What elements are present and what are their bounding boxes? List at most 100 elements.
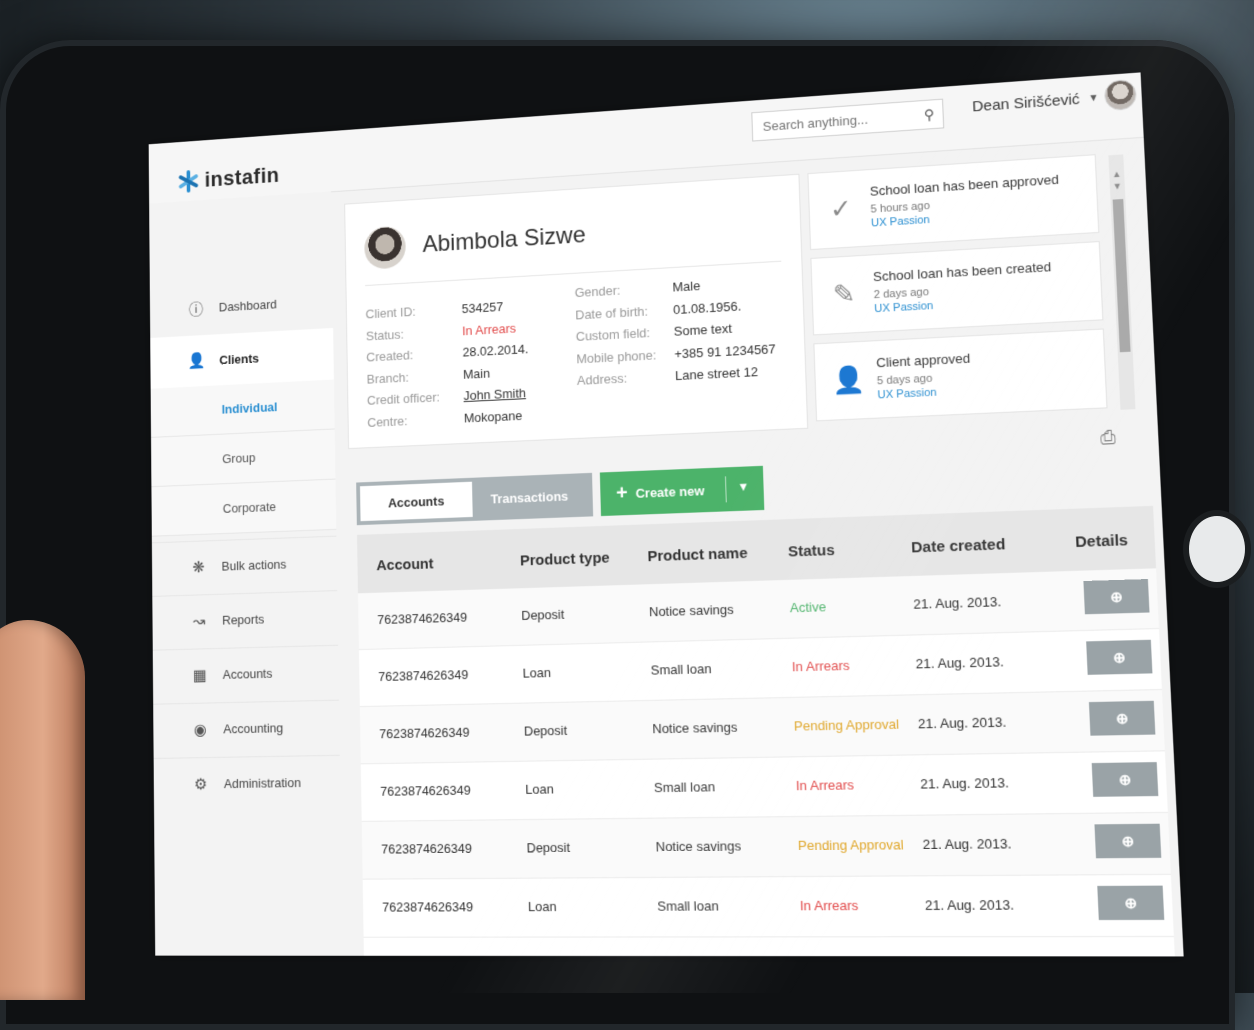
- field-label: Credit officer:: [366, 389, 440, 408]
- sidebar-item-reports[interactable]: ↝ Reports: [152, 590, 339, 648]
- notification-author-link[interactable]: UX Passion: [877, 387, 937, 402]
- app-screen: instafin ⚲ Dean Sirišćević ▼ ⓘ Dashboard…: [148, 72, 1184, 957]
- date-created: 21. Aug. 2013.: [915, 653, 1005, 672]
- chevron-down-icon[interactable]: ▼: [737, 479, 749, 493]
- sidebar-subitem-group[interactable]: Group: [151, 429, 336, 488]
- sidebar-subitem-label: Group: [222, 450, 256, 467]
- details-button[interactable]: ⊕: [1083, 579, 1150, 615]
- column-header[interactable]: Product type: [520, 550, 610, 570]
- client-profile-card: Abimbola Sizwe Client ID: Status: Create…: [344, 173, 809, 450]
- create-new-label: Create new: [635, 482, 705, 501]
- plus-circle-icon: ⊕: [1120, 831, 1135, 850]
- user-icon: 👤: [187, 352, 206, 370]
- client-created: 28.02.2014.: [462, 341, 529, 360]
- chart-icon: ↝: [192, 613, 206, 630]
- product-name: Small loan: [650, 661, 712, 678]
- product-type: Deposit: [526, 839, 571, 856]
- sidebar-subitem-corporate[interactable]: Corporate: [151, 479, 337, 537]
- info-icon: ⓘ: [188, 302, 204, 319]
- gear-icon: ⚙: [194, 776, 208, 793]
- user-menu[interactable]: Dean Sirišćević ▼: [972, 90, 1099, 116]
- account-number: 7623874626349: [377, 609, 468, 628]
- client-address: Lane street 12: [674, 364, 759, 384]
- table-row[interactable]: 7623874626349 Loan Small loan In Arrears…: [360, 751, 1168, 822]
- print-icon[interactable]: ⎙: [1100, 427, 1116, 449]
- sidebar-item-label: Clients: [219, 350, 260, 367]
- plus-circle-icon: ⊕: [1115, 709, 1129, 727]
- cluster-icon: ❋: [192, 559, 205, 576]
- credit-officer-link[interactable]: John Smith: [463, 382, 529, 407]
- details-button[interactable]: ⊕: [1097, 885, 1165, 921]
- product-type: Deposit: [521, 606, 565, 623]
- date-created: 21. Aug. 2013.: [922, 835, 1012, 853]
- account-number: 7623874626349: [378, 667, 469, 685]
- scroll-down-icon[interactable]: ▼: [1110, 181, 1125, 192]
- table-row[interactable]: 7623874626349 Loan Small loan In Arrears…: [362, 874, 1174, 938]
- column-header[interactable]: Product name: [647, 545, 748, 565]
- notification-author-link[interactable]: UX Passion: [871, 214, 930, 230]
- account-number: 7623874626349: [382, 899, 474, 915]
- column-header[interactable]: Account: [376, 556, 433, 575]
- notification-item[interactable]: ✓ School loan has been approved 5 hours …: [807, 154, 1100, 251]
- scroll-up-icon[interactable]: ▲: [1109, 168, 1124, 180]
- date-created: 21. Aug. 2013.: [920, 774, 1010, 792]
- column-header[interactable]: Status: [788, 542, 835, 561]
- product-type: Loan: [527, 898, 557, 915]
- holding-hand: [0, 620, 85, 1000]
- column-header[interactable]: Date created: [911, 536, 1006, 557]
- tab-accounts[interactable]: Accounts: [359, 481, 473, 522]
- sidebar-item-label: Accounting: [223, 720, 284, 737]
- sidebar-item-accounting[interactable]: ◉ Accounting: [153, 699, 340, 757]
- client-field-values-right: Male 01.08.1956. Some text +385 91 12345…: [672, 271, 777, 387]
- field-label: Address:: [576, 370, 628, 388]
- search-box[interactable]: ⚲: [751, 98, 945, 142]
- client-field-values-left: 534257 In Arrears 28.02.2014. Main John …: [461, 295, 530, 429]
- details-button[interactable]: ⊕: [1088, 700, 1156, 736]
- details-button[interactable]: ⊕: [1094, 823, 1162, 859]
- plus-circle-icon: ⊕: [1112, 648, 1126, 666]
- create-new-button[interactable]: + Create new ▼: [599, 465, 765, 517]
- scrollbar-thumb[interactable]: [1112, 198, 1131, 353]
- user-name: Dean Sirišćević: [971, 90, 1081, 116]
- details-button[interactable]: ⊕: [1091, 762, 1159, 797]
- logo-text: instafin: [204, 162, 280, 192]
- sidebar-item-administration[interactable]: ⚙ Administration: [153, 754, 341, 811]
- product-name: Notice savings: [648, 601, 734, 620]
- notification-title: School loan has been approved: [869, 171, 1060, 199]
- logo[interactable]: instafin: [178, 163, 280, 194]
- client-name: Abimbola Sizwe: [422, 221, 586, 258]
- client-centre: Mokopane: [463, 407, 523, 425]
- details-button[interactable]: ⊕: [1086, 639, 1153, 675]
- sidebar-item-accounts[interactable]: ▦ Accounts: [152, 644, 339, 702]
- sidebar-item-label: Accounts: [222, 665, 273, 682]
- table-row[interactable]: 7623874626349 Deposit Notice savings Pen…: [361, 812, 1171, 880]
- search-input[interactable]: [752, 101, 925, 141]
- notification-title: School loan has been created: [872, 259, 1052, 285]
- table-body: 7623874626349 Deposit Notice savings Act…: [357, 568, 1175, 956]
- sidebar-subitem-individual[interactable]: Individual: [150, 379, 335, 438]
- field-label: Centre:: [367, 413, 408, 430]
- sidebar-item-label: Administration: [223, 775, 301, 792]
- sidebar-subitem-label: Corporate: [222, 499, 277, 516]
- client-avatar: [364, 225, 407, 270]
- status-badge: In Arrears: [791, 657, 850, 675]
- avatar[interactable]: [1103, 78, 1138, 112]
- plus-circle-icon: ⊕: [1123, 893, 1138, 911]
- notification-item[interactable]: ✎ School loan has been created 2 days ag…: [810, 241, 1104, 336]
- tab-transactions[interactable]: Transactions: [472, 477, 587, 517]
- status-badge: In Arrears: [799, 897, 859, 914]
- status-badge: Active: [789, 599, 827, 616]
- sidebar-item-dashboard[interactable]: ⓘ Dashboard: [150, 275, 333, 336]
- field-label: Mobile phone:: [576, 347, 657, 366]
- status-badge: Pending Approval: [793, 716, 900, 734]
- sidebar: ⓘ Dashboard 👤 Clients Individual Group C…: [149, 191, 343, 956]
- account-number: 7623874626349: [380, 782, 471, 799]
- sidebar-item-label: Reports: [222, 611, 265, 628]
- notification-author-link[interactable]: UX Passion: [874, 300, 933, 315]
- search-icon[interactable]: ⚲: [924, 106, 935, 124]
- sidebar-item-bulk-actions[interactable]: ❋ Bulk actions: [151, 535, 338, 595]
- edit-icon: ✎: [832, 278, 856, 310]
- sidebar-item-clients[interactable]: 👤 Clients: [150, 327, 334, 389]
- client-field-labels-right: Gender: Date of birth: Custom field: Mob…: [574, 278, 657, 392]
- notification-item[interactable]: 👤 Client approved 5 days ago UX Passion: [813, 328, 1108, 422]
